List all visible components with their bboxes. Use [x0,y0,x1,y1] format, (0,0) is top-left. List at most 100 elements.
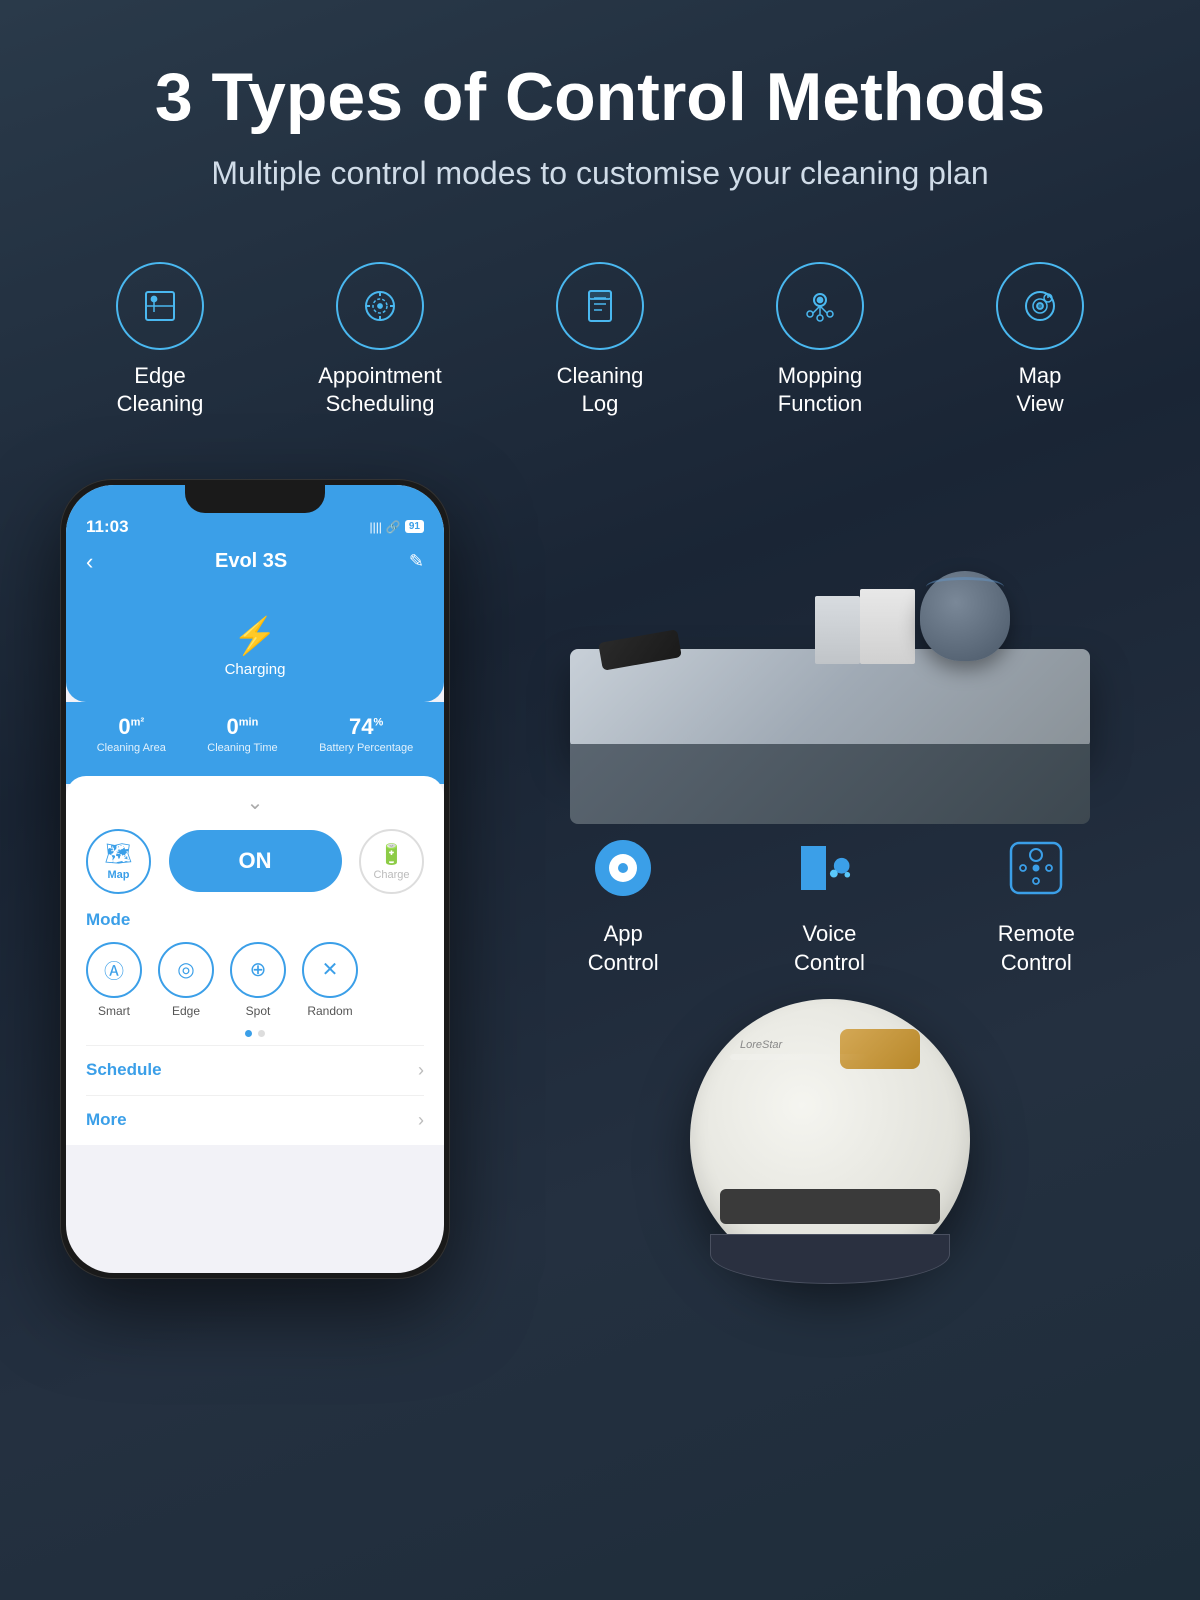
phone-outer: 11:03 |||| 🔗 91 ‹ Evol 3S ✎ ⚡ Charg [60,479,450,1279]
voice-control-label: VoiceControl [794,920,865,977]
voice-control-icon-wrap [791,830,867,906]
robot-vacuum: LoreStar [690,999,970,1279]
more-menu-item[interactable]: More › [86,1095,424,1145]
battery-unit: % [374,717,384,729]
mode-edge-icon: ◎ [158,942,214,998]
appointment-scheduling-label: AppointmentScheduling [318,362,442,419]
mode-spot[interactable]: ⊕ Spot [230,942,286,1018]
battery-value: 74% [319,714,413,740]
back-button[interactable]: ‹ [86,549,93,575]
panel-handle: ⌄ [86,790,424,815]
feature-cleaning-log: CleaningLog [520,262,680,419]
app-control-dot [618,863,628,873]
cleaning-area-label: Cleaning Area [97,742,166,754]
charging-bolt-icon: ⚡ [86,615,424,657]
shelf-area [520,469,1140,809]
cleaning-time-label: Cleaning Time [207,742,277,754]
mode-pagination-dots [86,1030,424,1037]
mode-random[interactable]: ✕ Random [302,942,358,1018]
chevron-down-icon: ⌄ [247,792,264,814]
controls-row: 🗺 Map ON 🔋 Charge [86,829,424,894]
mode-dot-inactive [258,1030,265,1037]
phone-screen: 11:03 |||| 🔗 91 ‹ Evol 3S ✎ ⚡ Charg [66,485,444,1273]
smart-speaker [920,571,1010,661]
mode-edge[interactable]: ◎ Edge [158,942,214,1018]
main-content: 11:03 |||| 🔗 91 ‹ Evol 3S ✎ ⚡ Charg [0,459,1200,1319]
mopping-function-label: MoppingFunction [778,362,862,419]
header-section: 3 Types of Control Methods Multiple cont… [0,0,1200,232]
battery-label: Battery Percentage [319,742,413,754]
app-control-label: AppControl [588,920,659,977]
remote-control-icon-wrap [998,830,1074,906]
charging-section: ⚡ Charging [66,591,444,702]
features-row: EdgeCleaning AppointmentScheduling [0,232,1200,459]
appointment-scheduling-icon-circle [336,262,424,350]
feature-mopping-function: MoppingFunction [740,262,900,419]
battery-icon: 91 [405,520,424,533]
status-icons: |||| 🔗 91 [369,520,424,534]
feature-map-view: MapView [960,262,1120,419]
robot-accent [840,1029,920,1069]
shelf-surface [570,649,1090,749]
remote-control-icon [1001,833,1071,903]
right-section: AppControl [520,459,1140,1319]
area-unit: m² [131,717,144,729]
map-view-label: MapView [1016,362,1063,419]
app-nav-bar: ‹ Evol 3S ✎ [66,543,444,591]
mode-smart-label: Smart [98,1004,130,1018]
app-control-inner-circle [609,854,637,882]
charge-button[interactable]: 🔋 Charge [359,829,424,894]
robot-stripe [730,1054,870,1060]
edge-cleaning-icon-circle [116,262,204,350]
robot-logo: LoreStar [740,1039,782,1051]
schedule-menu-item[interactable]: Schedule › [86,1045,424,1095]
mopping-function-icon [798,284,842,328]
stats-row: 0m² Cleaning Area 0min Cleaning Time 74% [66,702,444,784]
signal-icon: |||| [369,520,381,534]
control-voice: VoiceControl [791,830,867,977]
map-view-icon [1018,284,1062,328]
control-app: AppControl [585,830,661,977]
map-button-label: Map [108,869,130,881]
mopping-function-icon-circle [776,262,864,350]
map-button[interactable]: 🗺 Map [86,829,151,894]
robot-bumper [710,1234,950,1284]
feature-appointment-scheduling: AppointmentScheduling [300,262,460,419]
stat-cleaning-time: 0min Cleaning Time [207,714,277,754]
edit-button[interactable]: ✎ [409,551,424,572]
time-unit: min [239,717,259,729]
wifi-icon: 🔗 [386,520,401,534]
remote-control-label: RemoteControl [998,920,1075,977]
stat-cleaning-area: 0m² Cleaning Area [97,714,166,754]
edge-cleaning-icon [138,284,182,328]
on-button[interactable]: ON [169,830,342,892]
control-remote: RemoteControl [998,830,1075,977]
robot-area: LoreStar [520,999,1140,1299]
voice-icon-svg [826,840,857,896]
app-control-icon [595,840,651,896]
mode-smart[interactable]: Ⓐ Smart [86,942,142,1018]
mode-spot-label: Spot [246,1004,271,1018]
charge-button-icon: 🔋 [379,842,404,867]
cleaning-log-icon-circle [556,262,644,350]
phone-notch [185,485,325,513]
white-panel: ⌄ 🗺 Map ON 🔋 Charge Mo [66,776,444,1145]
book-2 [815,596,860,664]
robot-bottom-strip [720,1189,940,1224]
mode-section-label: Mode [86,910,424,930]
charging-status-text: Charging [86,661,424,678]
voice-control-icon [801,840,857,896]
cleaning-log-icon [578,284,622,328]
charge-button-label: Charge [373,869,409,881]
mode-items-row: Ⓐ Smart ◎ Edge ⊕ Spot ✕ [86,942,424,1018]
map-view-icon-circle [996,262,1084,350]
schedule-arrow-icon: › [418,1060,424,1081]
more-arrow-icon: › [418,1110,424,1131]
cleaning-area-value: 0m² [97,714,166,740]
app-control-icon-wrap [585,830,661,906]
more-label: More [86,1110,127,1130]
mode-random-label: Random [307,1004,352,1018]
phone-wrapper: 11:03 |||| 🔗 91 ‹ Evol 3S ✎ ⚡ Charg [60,479,480,1319]
schedule-label: Schedule [86,1060,162,1080]
mode-dot-active [245,1030,252,1037]
